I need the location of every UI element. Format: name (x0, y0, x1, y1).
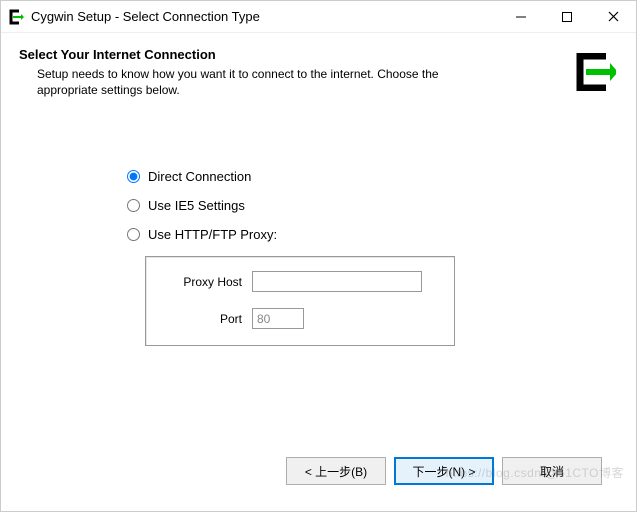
minimize-icon (516, 12, 526, 22)
connection-type-group: Direct Connection Use IE5 Settings Use H… (127, 169, 618, 242)
page-subtitle: Setup needs to know how you want it to c… (37, 66, 467, 98)
maximize-button[interactable] (544, 1, 590, 32)
radio-proxy[interactable]: Use HTTP/FTP Proxy: (127, 227, 618, 242)
app-icon (7, 8, 25, 26)
setup-window: Cygwin Setup - Select Connection Type Se… (0, 0, 637, 512)
window-controls (498, 1, 636, 32)
radio-ie5-input[interactable] (127, 199, 140, 212)
cancel-button[interactable]: 取消 (502, 457, 602, 485)
maximize-icon (562, 12, 572, 22)
wizard-buttons: < 上一步(B) 下一步(N) > 取消 (19, 457, 618, 501)
proxy-port-input[interactable] (252, 308, 304, 329)
page-header: Select Your Internet Connection Setup ne… (19, 47, 618, 98)
next-button[interactable]: 下一步(N) > (394, 457, 494, 485)
cygwin-logo-icon (570, 51, 618, 93)
close-icon (608, 11, 619, 22)
window-title: Cygwin Setup - Select Connection Type (31, 9, 260, 24)
radio-direct-input[interactable] (127, 170, 140, 183)
proxy-host-label: Proxy Host (162, 275, 252, 289)
radio-direct[interactable]: Direct Connection (127, 169, 618, 184)
page-title: Select Your Internet Connection (19, 47, 570, 62)
radio-ie5[interactable]: Use IE5 Settings (127, 198, 618, 213)
footer-divider (19, 446, 618, 447)
back-button[interactable]: < 上一步(B) (286, 457, 386, 485)
titlebar: Cygwin Setup - Select Connection Type (1, 1, 636, 33)
close-button[interactable] (590, 1, 636, 32)
client-area: Select Your Internet Connection Setup ne… (1, 33, 636, 511)
radio-ie5-label: Use IE5 Settings (148, 198, 245, 213)
radio-proxy-input[interactable] (127, 228, 140, 241)
radio-proxy-label: Use HTTP/FTP Proxy: (148, 227, 277, 242)
proxy-port-label: Port (162, 312, 252, 326)
proxy-settings-group: Proxy Host Port (145, 256, 455, 346)
proxy-host-input[interactable] (252, 271, 422, 292)
form-body: Direct Connection Use IE5 Settings Use H… (19, 109, 618, 446)
minimize-button[interactable] (498, 1, 544, 32)
radio-direct-label: Direct Connection (148, 169, 251, 184)
